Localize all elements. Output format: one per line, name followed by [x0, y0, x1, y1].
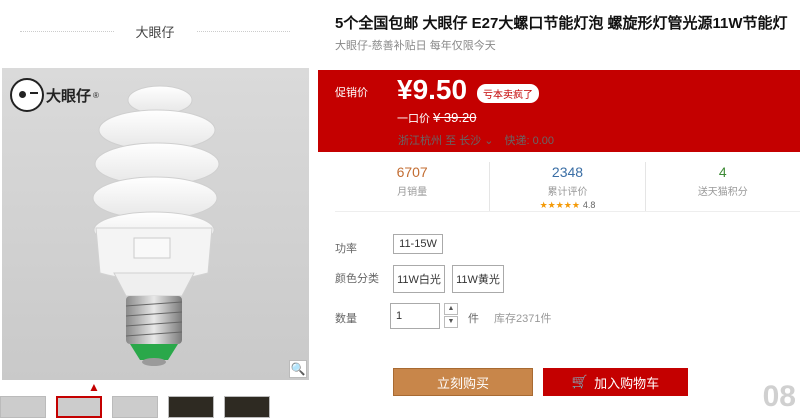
add-to-cart-label: 加入购物车: [594, 375, 660, 391]
thumbnail-item[interactable]: [56, 396, 102, 418]
stat-label: 送天猫积分: [697, 187, 748, 198]
original-price-value: ¥ 39.20: [433, 110, 477, 125]
magnifier-icon[interactable]: 🔍: [289, 360, 307, 378]
cart-icon: 🛒: [571, 374, 589, 389]
price-box: 促销价 ¥9.50 亏本卖疯了 一口价 ¥ 39.20: [318, 70, 800, 152]
product-subtitle: 大眼仔-慈善补贴日 每年仅限今天: [335, 40, 496, 52]
shop-header: 大眼仔: [20, 16, 290, 46]
sales-stats: 6707 月销量 2348 累计评价 ★★★★★ 4.8 4 送天猫积分: [335, 162, 800, 212]
ship-to-label: 至: [445, 135, 457, 147]
thumbnail-item[interactable]: [112, 396, 158, 418]
color-label: 颜色分类: [335, 273, 379, 285]
shop-name[interactable]: 大眼仔: [114, 22, 197, 41]
add-to-cart-button[interactable]: 🛒 加入购物车: [543, 368, 688, 396]
bulb-illustration: [92, 85, 220, 366]
rating-stars: ★★★★★ 4.8: [490, 200, 644, 211]
option-color-yellow[interactable]: 11W黄光: [452, 265, 504, 293]
stock-text: 库存2371件: [494, 313, 552, 325]
ship-to-select[interactable]: 长沙: [459, 135, 481, 147]
quantity-increase-icon[interactable]: ▲: [444, 303, 458, 315]
star-icon: ★★★★★: [539, 200, 580, 210]
chevron-down-icon[interactable]: ⌄: [484, 135, 493, 147]
option-color-white[interactable]: 11W白光: [393, 265, 445, 293]
thumbnail-item[interactable]: [224, 396, 270, 418]
original-price: 一口价 ¥ 39.20: [397, 110, 476, 126]
main-product-image[interactable]: 大眼仔 ® 🔍: [2, 68, 309, 380]
stat-points: 4 送天猫积分: [646, 162, 800, 211]
power-label: 功率: [335, 243, 357, 255]
stat-label: 月销量: [397, 187, 428, 198]
price-badge: 亏本卖疯了: [477, 84, 539, 103]
option-power[interactable]: 11-15W: [393, 234, 443, 254]
quantity-label: 数量: [335, 313, 357, 325]
stat-label: 累计评价: [547, 187, 588, 198]
thumbnail-strip: [0, 396, 270, 418]
buy-now-button[interactable]: 立刻购买: [393, 368, 533, 396]
thumbnail-item[interactable]: [0, 396, 46, 418]
promo-price-label: 促销价: [335, 87, 368, 99]
ship-from: 浙江杭州: [398, 135, 442, 147]
original-price-label: 一口价: [397, 113, 430, 125]
product-title: 5个全国包邮 大眼仔 E27大螺口节能灯泡 螺旋形灯管光源11W节能灯: [335, 15, 788, 32]
chevron-up-icon[interactable]: ▲: [88, 380, 100, 394]
stat-value: 2348: [551, 164, 584, 180]
quantity-unit: 件: [468, 313, 479, 325]
watermark: 08: [762, 380, 796, 413]
stat-value: 6707: [396, 164, 428, 180]
thumbnail-item[interactable]: [168, 396, 214, 418]
stat-reviews[interactable]: 2348 累计评价 ★★★★★ 4.8: [490, 162, 646, 211]
stat-value: 4: [718, 164, 727, 180]
rating-score: 4.8: [582, 200, 596, 210]
product-gallery: 大眼仔 大眼仔 ® 🔍 ▲: [0, 0, 318, 418]
product-info: 5个全国包邮 大眼仔 E27大螺口节能灯泡 螺旋形灯管光源11W节能灯 大眼仔-…: [318, 0, 800, 416]
quantity-decrease-icon[interactable]: ▼: [444, 316, 458, 328]
shipping-line: 浙江杭州 至 长沙 ⌄ 快递: 0.00: [398, 132, 554, 148]
stat-monthly-sales: 6707 月销量: [335, 162, 491, 211]
ship-fee: 快递: 0.00: [504, 135, 554, 147]
quantity-input[interactable]: [390, 303, 440, 329]
promo-price: ¥9.50: [397, 74, 468, 105]
